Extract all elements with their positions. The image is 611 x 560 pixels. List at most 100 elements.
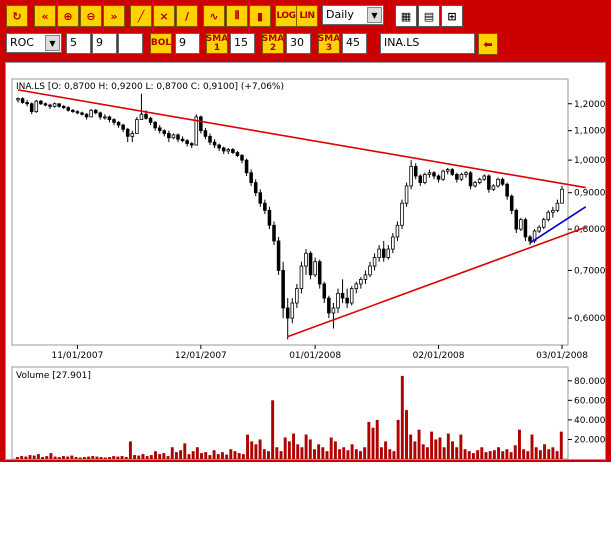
volume-bar [321,447,325,459]
volume-ytick-label: 60.000 [574,396,606,406]
candle-body [203,130,208,137]
candle-body [57,103,61,107]
scroll-left-icon[interactable]: « [34,5,56,27]
sma1-period-field[interactable]: 15 [230,33,255,54]
volume-bar [405,410,408,459]
ohlc-chart-icon[interactable]: ⫴ [226,5,248,27]
volume-bar [271,400,275,459]
volume-bar [438,437,442,459]
volume-bar [505,449,509,459]
oscillator-param1-field[interactable]: 5 [66,33,91,54]
oscillator-param2-field[interactable]: 9 [92,33,117,54]
volume-bar [116,456,120,459]
candle-body [395,224,400,238]
price-ytick-label: 1,2000 [574,100,606,110]
sma3-period-field[interactable]: 45 [342,33,367,54]
chevron-down-icon: ▼ [367,7,382,23]
volume-bar [555,451,559,459]
volume-bar [300,447,304,459]
volume-bar [543,444,547,459]
timeframe-select[interactable]: Daily ▼ [322,5,384,25]
volume-bar [371,427,375,459]
volume-ytick-label: 80.000 [574,377,606,387]
volume-bar [513,445,517,459]
refresh-icon[interactable]: ↻ [6,5,28,27]
candle-body [555,202,560,211]
sma2-button[interactable]: SMA 2 [262,33,284,54]
candle-body [144,113,148,119]
volume-bar [74,457,78,459]
volume-bar [108,457,111,459]
price-chart-title: INA.LS [O: 0,8700 H: 0,9200 L: 0,8700 C:… [16,82,284,92]
candle-body [272,224,276,242]
oscillator-select[interactable]: ROC ▼ [6,33,62,53]
zoom-in-icon[interactable]: ⊕ [57,5,79,27]
price-ytick-label: 1,0000 [574,156,606,166]
volume-bar [266,451,270,459]
volume-bar [551,447,555,459]
candle-body [217,144,221,149]
volume-bar [246,434,250,459]
volume-bar [547,449,551,459]
sma3-button[interactable]: SMA 3 [318,33,340,54]
candle-body [258,192,263,204]
volume-bar [484,452,488,459]
volume-bar [509,452,513,459]
candle-body [116,121,121,126]
volume-bar [359,451,362,459]
candle-body [391,236,395,250]
volume-bar [174,452,178,459]
draw-trendline-icon[interactable]: ╱ [130,5,152,27]
bollinger-period-field[interactable]: 9 [175,33,200,54]
volume-bar [346,450,350,459]
volume-bar [363,447,367,459]
volume-bar [488,451,492,459]
bollinger-button[interactable]: BOL [150,33,172,54]
chart-panel: INA.LS [O: 0,8700 H: 0,9200 L: 0,8700 C:… [5,62,606,460]
candle-body [226,149,231,152]
candle-body [423,173,427,183]
candle-body [89,109,93,118]
grid-icon[interactable]: ▦ [395,5,417,27]
draw-line-icon[interactable]: ∕ [176,5,198,27]
candle-body [327,297,331,314]
candle-body [523,219,528,238]
symbol-field[interactable]: INA.LS [380,33,475,54]
layout-icon[interactable]: ▤ [418,5,440,27]
candle-body [148,117,153,123]
volume-bar [141,454,145,459]
sma1-button[interactable]: SMA 1 [206,33,228,54]
candle-body [404,185,409,204]
sma2-period-field[interactable]: 30 [286,33,311,54]
candle-body [267,209,272,226]
candle-body [459,173,464,180]
candle-body [107,116,112,121]
linear-scale-button[interactable]: LIN [296,5,318,27]
volume-bar [95,456,99,459]
arrow-left-icon[interactable]: ⬅ [478,33,498,55]
candle-body [244,159,249,174]
candle-body [235,152,240,156]
price-xtick-label: 02/01/2008 [413,351,465,361]
volume-bar [187,454,191,459]
volume-bar [24,456,28,459]
candle-body [464,172,468,175]
volume-bar [191,451,195,459]
draw-channel-icon[interactable]: ⨯ [153,5,175,27]
line-chart-icon[interactable]: ∿ [203,5,225,27]
candle-body [66,107,71,111]
volume-bar [559,431,563,459]
candlestick-chart-icon[interactable]: ▮ [249,5,271,27]
log-scale-button[interactable]: LOG [275,5,297,27]
volume-bar [41,457,45,459]
scroll-right-icon[interactable]: » [103,5,125,27]
volume-bar [317,444,321,459]
candle-body [477,178,482,183]
zoom-out-icon[interactable]: ⊖ [80,5,102,27]
candle-body [377,248,381,258]
volume-bar [208,455,212,459]
oscillator-param3-field[interactable] [118,33,143,54]
candle-body [153,121,157,129]
candle-body [240,155,244,161]
panels-icon[interactable]: ⊞ [441,5,463,27]
